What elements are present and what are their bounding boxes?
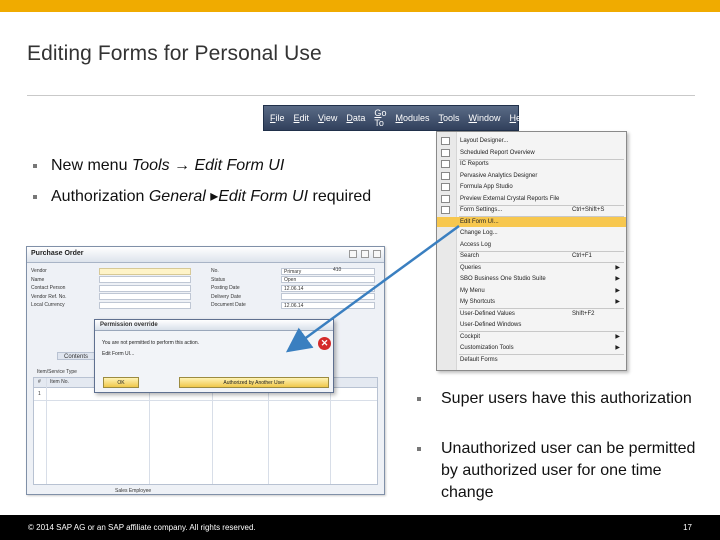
bullet-marker xyxy=(417,447,421,451)
arrow-line xyxy=(285,224,460,353)
bullet-marker xyxy=(417,397,421,401)
copyright-text: © 2014 SAP AG or an SAP affiliate compan… xyxy=(28,523,256,532)
slide-footer: © 2014 SAP AG or an SAP affiliate compan… xyxy=(0,515,720,540)
bullet-text: Unauthorized user can be permitted by au… xyxy=(441,440,696,501)
bullet-text: Super users have this authorization xyxy=(441,390,692,407)
page-number: 17 xyxy=(683,523,692,532)
